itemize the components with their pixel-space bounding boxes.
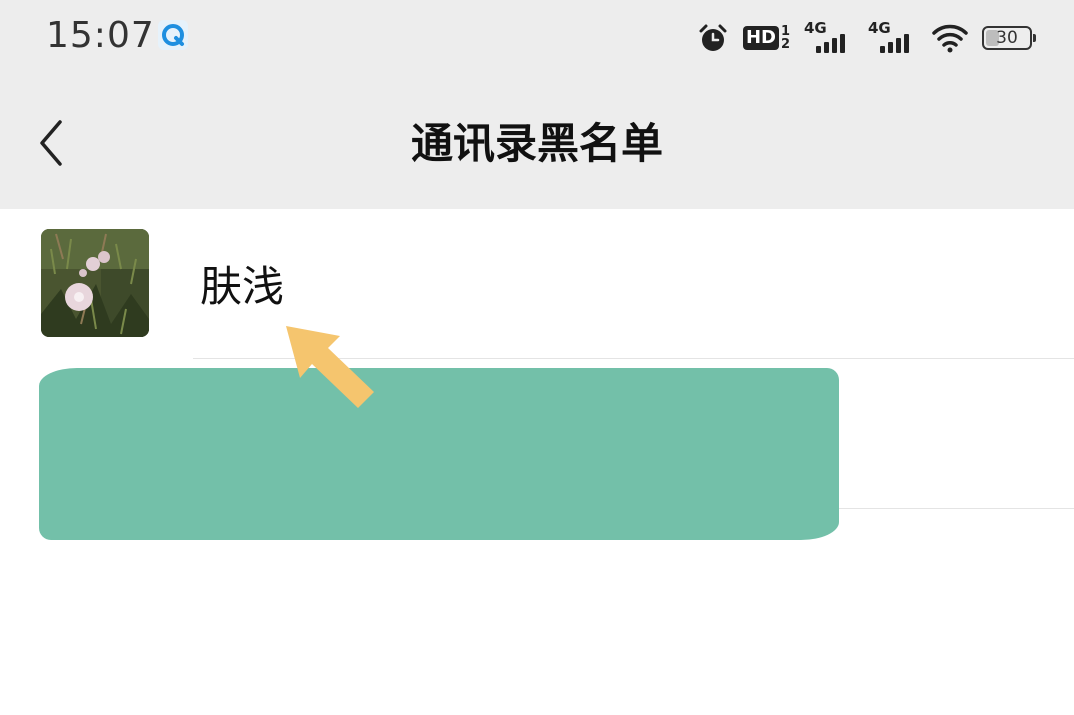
hd-voice-icon: HD 1 2	[742, 25, 790, 51]
alarm-clock-icon	[699, 24, 727, 51]
battery-level: 30	[996, 28, 1018, 48]
hd-sim-bottom: 2	[780, 37, 790, 52]
hd-sim-indicator: 1 2	[781, 25, 790, 51]
battery-icon: 30	[982, 26, 1036, 50]
blacklist-item[interactable]: 肤浅	[0, 209, 1074, 359]
sim1-signal-icon: 4G	[804, 21, 854, 55]
sim2-signal-bars	[880, 34, 909, 53]
status-bar: 15:07 HD 1 2 4G 4G 30	[0, 0, 1074, 78]
flower-photo-avatar	[41, 229, 149, 337]
annotation-arrow-icon	[286, 326, 374, 408]
status-icons: HD 1 2 4G 4G 30	[697, 18, 1036, 58]
title-bar: 通讯录黑名单	[0, 78, 1074, 209]
hd-label: HD	[742, 26, 779, 50]
contact-name: 肤浅	[200, 262, 285, 311]
sim2-signal-icon: 4G	[868, 21, 918, 55]
status-time: 15:07	[46, 15, 155, 56]
avatar	[41, 229, 149, 337]
screen: 15:07 HD 1 2 4G 4G 30 通讯录黑名单 肤浅	[0, 0, 1074, 715]
redaction-block	[39, 368, 839, 540]
app-notification-icon	[158, 20, 188, 50]
sim1-signal-bars	[816, 34, 845, 53]
wifi-icon	[932, 24, 968, 53]
page-title: 通讯录黑名单	[410, 119, 663, 168]
